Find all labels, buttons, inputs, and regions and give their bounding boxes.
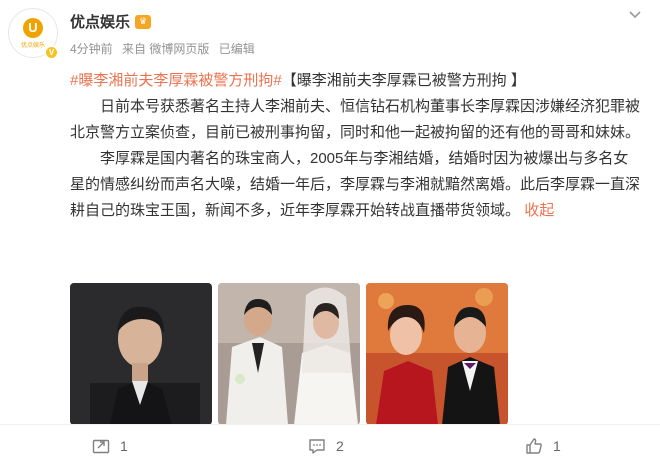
repost-button[interactable]: 1 <box>92 437 128 455</box>
action-bar: 1 2 1 <box>0 424 660 471</box>
comment-icon <box>309 439 325 454</box>
verified-v-icon: V <box>45 46 58 59</box>
post-content: #曝李湘前夫李厚霖被警方刑拘#【曝李湘前夫李厚霖已被警方刑拘 】 日前本号获悉著… <box>70 68 642 224</box>
couple-photo[interactable] <box>366 283 508 425</box>
avatar-logo-text: 优点娱乐 <box>20 41 45 49</box>
like-count: 1 <box>553 438 561 454</box>
wedding-photo[interactable] <box>218 283 360 425</box>
more-options-icon[interactable] <box>624 6 646 24</box>
thumbs-up-icon <box>526 438 542 454</box>
crown-icon[interactable]: ♛ <box>135 14 152 29</box>
topic-title: 【曝李湘前夫李厚霖已被警方刑拘 】 <box>281 72 526 89</box>
post-time[interactable]: 4分钟前 <box>70 42 113 56</box>
paragraph-2: 李厚霖是国内著名的珠宝商人，2005年与李湘结婚，结婚时因为被爆出与多名女星的情… <box>70 146 642 224</box>
comment-button[interactable]: 2 <box>308 437 344 455</box>
paragraph-2-text: 李厚霖是国内著名的珠宝商人，2005年与李湘结婚，结婚时因为被爆出与多名女星的情… <box>70 150 641 219</box>
author-name[interactable]: 优点娱乐 <box>70 11 130 32</box>
repost-icon <box>92 439 110 454</box>
collapse-link[interactable]: 收起 <box>524 202 554 219</box>
hashtag-link[interactable]: #曝李湘前夫李厚霖被警方刑拘# <box>70 72 282 89</box>
post-source: 来自 微博网页版 <box>122 42 210 56</box>
post-meta: 4分钟前 来自 微博网页版 已编辑 <box>70 40 261 57</box>
logo-icon: U <box>23 17 43 38</box>
paragraph-1: 日前本号获悉著名主持人李湘前夫、恒信钻石机构董事长李厚霖因涉嫌经济犯罪被北京警方… <box>70 98 641 141</box>
topic-line: #曝李湘前夫李厚霖被警方刑拘#【曝李湘前夫李厚霖已被警方刑拘 】 <box>70 68 642 94</box>
portrait-photo[interactable] <box>70 283 212 425</box>
image-grid <box>70 283 508 425</box>
repost-count: 1 <box>120 438 128 454</box>
author-row: 优点娱乐 ♛ <box>70 11 152 32</box>
post-header: U 优点娱乐 V 优点娱乐 ♛ 4分钟前 来自 微博网页版 已编辑 <box>0 0 660 64</box>
like-button[interactable]: 1 <box>525 437 561 455</box>
edited-label[interactable]: 已编辑 <box>219 42 255 56</box>
comment-count: 2 <box>336 438 344 454</box>
